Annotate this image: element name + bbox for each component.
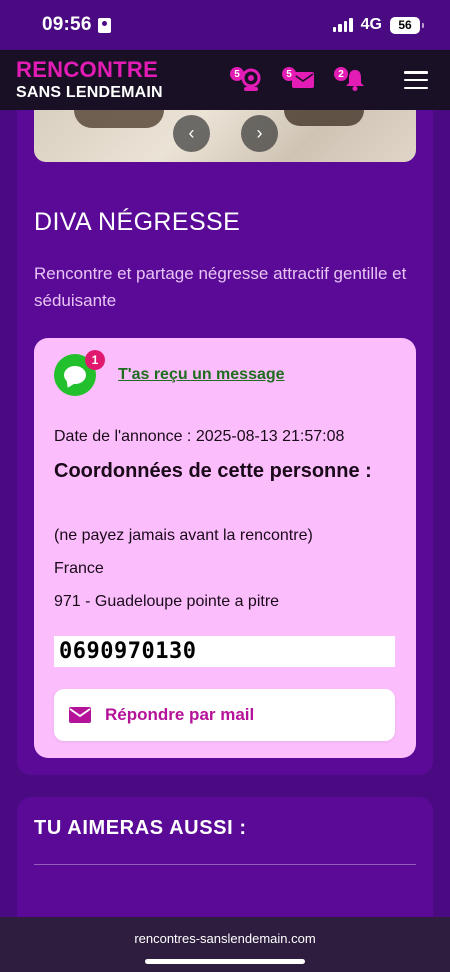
carousel-prev-button[interactable]: ‹ [173, 115, 210, 152]
webcam-button[interactable]: 5 [230, 67, 266, 93]
payment-warning: (ne payez jamais avant la rencontre) [54, 527, 313, 544]
reply-button-label: Répondre par mail [105, 705, 255, 724]
home-indicator[interactable] [145, 959, 305, 964]
carousel-next-button[interactable]: › [241, 115, 278, 152]
ad-description: Rencontre et partage négresse attractif … [34, 264, 407, 310]
address-bar[interactable]: rencontres-sanslendemain.com [0, 931, 450, 946]
top-navbar: RENCONTRE SANS LENDEMAIN 5 5 2 [0, 50, 450, 110]
chevron-right-icon: › [256, 123, 263, 143]
mail-button[interactable]: 5 [282, 67, 318, 93]
mail-badge: 5 [282, 67, 296, 81]
region: 971 - Guadeloupe pointe a pitre [54, 593, 280, 610]
status-indicators: 4G 56 [332, 16, 424, 34]
message-link[interactable]: T'as reçu un message [118, 366, 285, 384]
country: France [54, 560, 104, 577]
ad-title: DIVA NÉGRESSE [34, 208, 241, 236]
divider [34, 864, 416, 865]
logo-top-text: RENCONTRE [16, 57, 159, 82]
bell-badge: 2 [334, 67, 348, 81]
bell-icon [346, 70, 364, 91]
phone-number: 0690970130 [54, 636, 395, 667]
ad-date: Date de l'annonce : 2025-08-13 21:57:08 [54, 428, 345, 445]
webcam-badge: 5 [230, 67, 244, 81]
battery-icon: 56 [390, 16, 424, 34]
related-title: TU AIMERAS AUSSI : [34, 817, 247, 839]
ad-card: ‹ › DIVA NÉGRESSE Rencontre et partage n… [17, 110, 433, 775]
chevron-left-icon: ‹ [188, 123, 195, 143]
status-time-group: 09:56 [42, 14, 111, 36]
browser-bottom-bar: rencontres-sanslendemain.com [0, 917, 450, 972]
message-badge: 1 [85, 350, 105, 370]
message-notice: 1 T'as reçu un message [54, 350, 285, 396]
reply-by-mail-button[interactable]: Répondre par mail [54, 689, 395, 741]
notifications-button[interactable]: 2 [334, 67, 370, 93]
logo-bottom-text: SANS LENDEMAIN [16, 84, 163, 101]
status-bar: 09:56 4G 56 [0, 0, 450, 50]
related-section: TU AIMERAS AUSSI : [17, 797, 433, 927]
status-time: 09:56 [42, 14, 92, 35]
contact-panel: 1 T'as reçu un message Date de l'annonce… [34, 338, 416, 758]
envelope-icon [69, 707, 91, 723]
network-type: 4G [360, 16, 382, 33]
chat-bubble-icon[interactable]: 1 [54, 350, 105, 396]
menu-icon[interactable] [404, 71, 428, 89]
nav-actions: 5 5 2 [230, 67, 428, 93]
signal-icon [332, 18, 353, 32]
site-logo[interactable]: RENCONTRE SANS LENDEMAIN [16, 59, 163, 101]
ad-photo[interactable]: ‹ › [34, 110, 416, 162]
contact-card-icon [97, 17, 111, 33]
contact-title: Coordonnées de cette personne : [54, 460, 372, 482]
